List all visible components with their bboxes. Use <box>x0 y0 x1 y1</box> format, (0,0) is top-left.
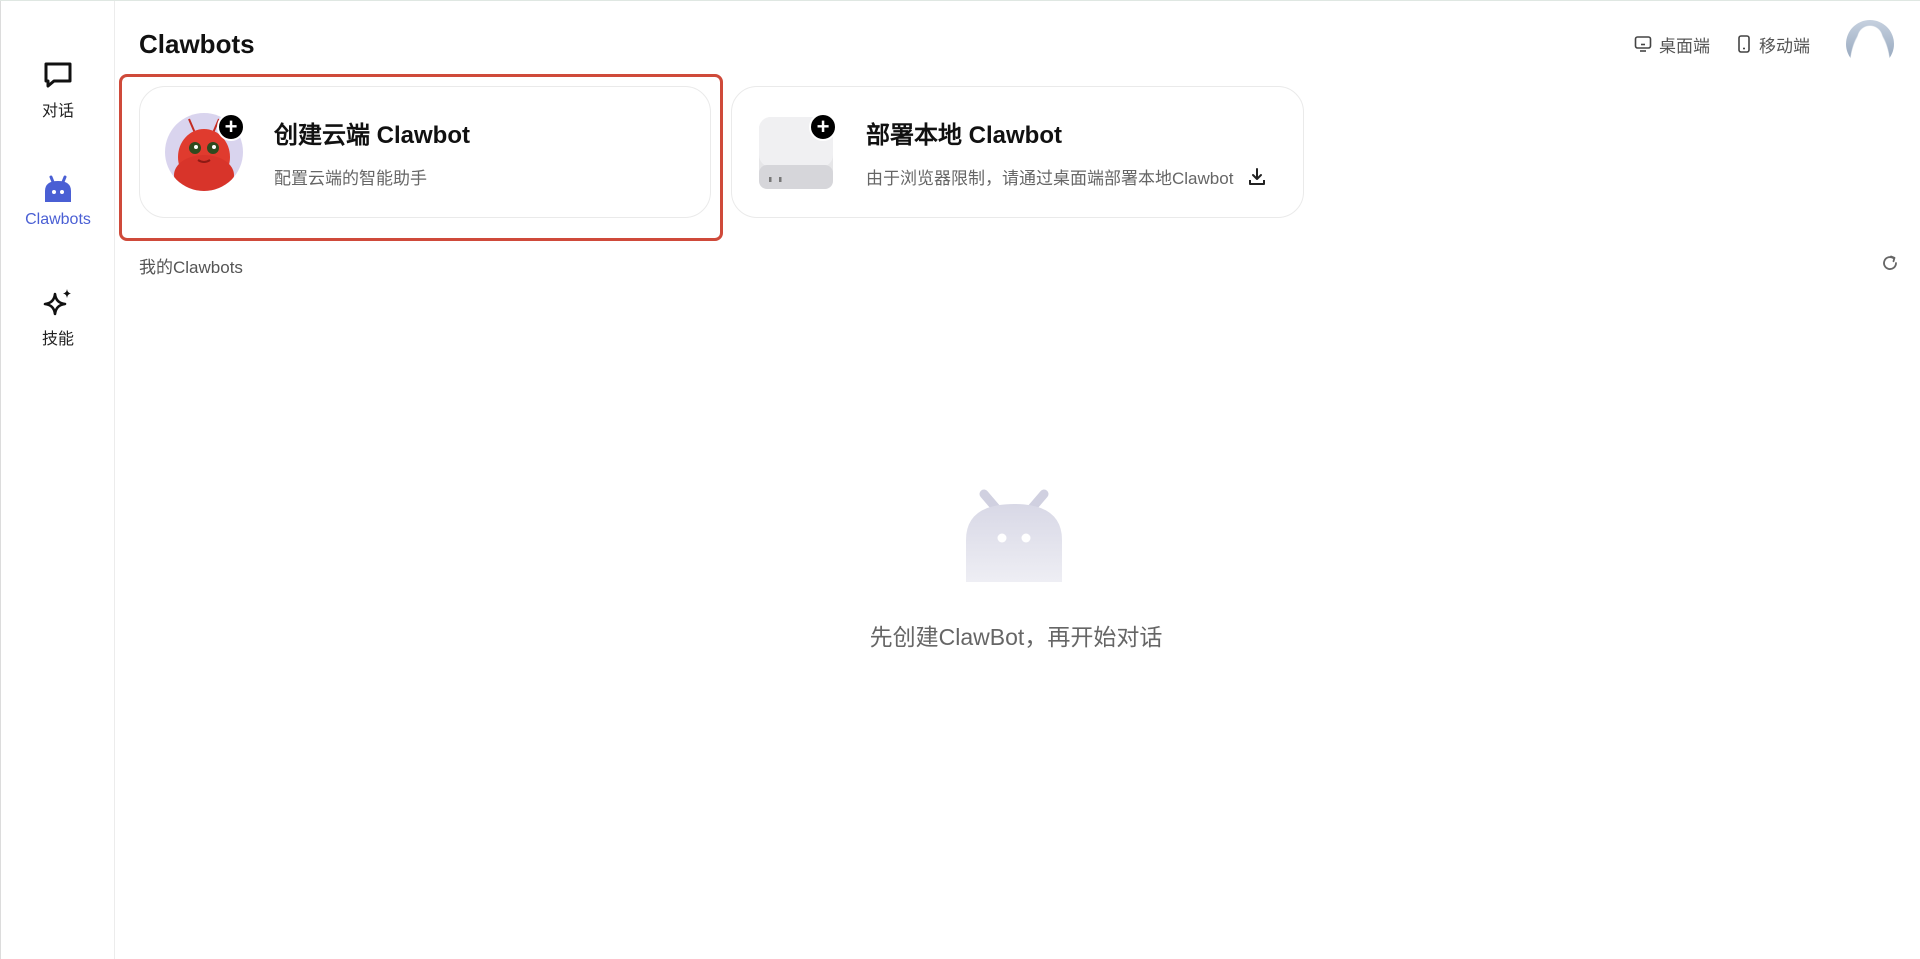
refresh-icon[interactable] <box>1880 253 1900 273</box>
chat-bubble-icon <box>40 57 76 93</box>
desktop-icon <box>1634 36 1652 52</box>
card-text: 创建云端 Clawbot 配置云端的智能助手 <box>274 115 470 189</box>
mobile-link[interactable]: 移动端 <box>1736 32 1810 57</box>
app-window: 对话 Clawbots 技能 Clawbots 桌面端 移动端 + 创建云端 C… <box>0 0 1920 959</box>
mobile-link-label: 移动端 <box>1759 36 1810 56</box>
sidebar-item-clawbots[interactable]: Clawbots <box>1 171 115 229</box>
sidebar-item-chat[interactable]: 对话 <box>1 57 115 121</box>
robot-icon <box>40 171 76 207</box>
mini-pc-device: + <box>757 113 837 191</box>
sidebar-item-skills[interactable]: 技能 <box>1 285 115 349</box>
mobile-icon <box>1738 35 1750 53</box>
header-actions: 桌面端 移动端 <box>1634 19 1894 69</box>
red-lobster-mascot: + <box>165 113 245 191</box>
card-description: 配置云端的智能助手 <box>274 164 470 189</box>
sidebar-item-label: 技能 <box>41 331 74 348</box>
card-description-text: 由于浏览器限制，请通过桌面端部署本地Clawbot <box>866 169 1234 188</box>
empty-state-message: 先创建ClawBot，再开始对话 <box>869 624 1163 650</box>
deploy-local-clawbot-card[interactable]: + 部署本地 Clawbot 由于浏览器限制，请通过桌面端部署本地Clawbot <box>731 86 1304 218</box>
sidebar: 对话 Clawbots 技能 <box>0 1 115 959</box>
desktop-link[interactable]: 桌面端 <box>1634 32 1710 57</box>
create-cloud-clawbot-card[interactable]: + 创建云端 Clawbot 配置云端的智能助手 <box>139 86 711 218</box>
sidebar-item-label: Clawbots <box>25 211 91 228</box>
card-text: 部署本地 Clawbot 由于浏览器限制，请通过桌面端部署本地Clawbot <box>866 115 1267 189</box>
user-avatar[interactable] <box>1846 20 1894 68</box>
add-badge-icon: + <box>809 113 837 141</box>
page-title: Clawbots <box>139 29 255 59</box>
desktop-link-label: 桌面端 <box>1659 36 1710 56</box>
robot-placeholder-icon <box>966 489 1062 582</box>
section-label: 我的Clawbots <box>139 258 243 277</box>
sidebar-item-label: 对话 <box>41 103 74 120</box>
card-description: 由于浏览器限制，请通过桌面端部署本地Clawbot <box>866 164 1267 189</box>
card-description-text: 配置云端的智能助手 <box>274 169 427 188</box>
card-title: 部署本地 Clawbot <box>866 122 1062 149</box>
download-icon[interactable] <box>1247 167 1267 187</box>
add-badge-icon: + <box>217 113 245 141</box>
card-title: 创建云端 Clawbot <box>274 122 470 149</box>
sparkle-icon <box>40 285 76 321</box>
